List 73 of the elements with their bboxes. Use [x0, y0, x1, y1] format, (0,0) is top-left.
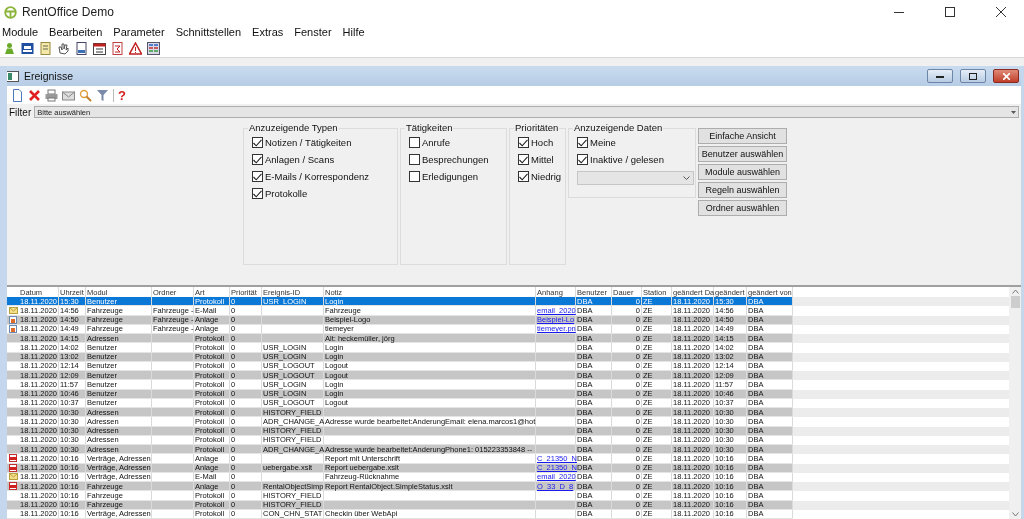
- menu-item[interactable]: Module: [2, 26, 39, 38]
- checkbox[interactable]: [252, 154, 263, 165]
- menu-item[interactable]: Fenster: [294, 26, 332, 38]
- envelope-icon: [8, 306, 18, 314]
- minimize-icon: [936, 74, 944, 78]
- checkbox[interactable]: [252, 137, 263, 148]
- checkbox-label: E-Mails / Korrespondenz: [265, 171, 370, 182]
- checkbox-label: Erledigungen: [422, 171, 478, 182]
- close-icon: [1002, 72, 1010, 80]
- scroll-down-icon[interactable]: [1011, 512, 1019, 517]
- close-icon: [996, 7, 1006, 17]
- checkbox-label: Mittel: [531, 154, 554, 165]
- checkbox[interactable]: [577, 137, 588, 148]
- pdf-file-icon: [9, 482, 17, 491]
- document-icon[interactable]: [74, 42, 88, 55]
- filter-icon[interactable]: [96, 88, 109, 102]
- close-button[interactable]: [993, 69, 1019, 83]
- menu-item[interactable]: Hilfe: [342, 26, 365, 38]
- action-button[interactable]: Ordner auswählen: [698, 200, 787, 216]
- hand-icon[interactable]: [56, 42, 70, 55]
- checkbox[interactable]: [252, 171, 263, 182]
- checkbox-label: Niedrig: [531, 171, 562, 182]
- window-icon: [7, 69, 19, 83]
- envelope-icon: [8, 473, 18, 481]
- checkbox[interactable]: [409, 137, 420, 148]
- group-title: Anzuzeigende Typen: [248, 122, 339, 133]
- checkbox[interactable]: [518, 154, 529, 165]
- checkbox-label: Meine: [590, 137, 616, 148]
- calendar-icon[interactable]: [92, 42, 106, 55]
- caret-icon: [683, 176, 690, 180]
- checkbox[interactable]: [409, 154, 420, 165]
- group-title: Prioritäten: [514, 122, 560, 133]
- checkbox[interactable]: [518, 171, 529, 182]
- checkbox[interactable]: [518, 137, 529, 148]
- table-icon[interactable]: [146, 42, 160, 55]
- menu-item[interactable]: Parameter: [113, 26, 165, 38]
- steering-wheel-icon: [4, 5, 17, 19]
- caret-icon: [1011, 110, 1016, 114]
- menu-item[interactable]: Bearbeiten: [49, 26, 103, 38]
- checkbox[interactable]: [252, 188, 263, 199]
- window-title: RentOffice Demo: [22, 5, 115, 19]
- checkbox-label: Besprechungen: [422, 154, 489, 165]
- checkbox-label: Anlagen / Scans: [265, 154, 335, 165]
- checkbox[interactable]: [409, 171, 420, 182]
- scrollbar[interactable]: [1009, 287, 1021, 519]
- checkbox-label: Notizen / Tätigkeiten: [265, 137, 352, 148]
- search-icon[interactable]: [79, 88, 92, 102]
- warning-icon[interactable]: [128, 42, 142, 55]
- group-title: Anzuzeigende Daten: [573, 122, 664, 133]
- action-button[interactable]: Einfache Ansicht: [698, 128, 787, 144]
- scrollbar-thumb[interactable]: [1010, 296, 1020, 308]
- checkbox-label: Inaktive / gelesen: [590, 154, 664, 165]
- action-button[interactable]: Module auswählen: [698, 164, 787, 180]
- maximize-icon: [945, 7, 955, 17]
- minimize-button[interactable]: [927, 69, 953, 83]
- delete-icon[interactable]: [28, 88, 41, 102]
- child-window-title: Ereignisse: [24, 70, 75, 82]
- action-button[interactable]: Benutzer auswählen: [698, 146, 787, 162]
- new-document-icon[interactable]: [11, 88, 24, 102]
- action-button[interactable]: Regeln auswählen: [698, 182, 787, 198]
- checkbox-label: Hoch: [531, 137, 554, 148]
- checkbox-label: Anrufe: [422, 137, 450, 148]
- menu-item[interactable]: Extras: [252, 26, 284, 38]
- menu-item[interactable]: Schnittstellen: [175, 26, 242, 38]
- filter-label: Filter: [9, 106, 32, 118]
- restore-button[interactable]: [960, 69, 986, 83]
- scroll-up-icon[interactable]: [1011, 289, 1019, 294]
- group-title: Tätigkeiten: [405, 122, 454, 133]
- checkbox[interactable]: [577, 154, 588, 165]
- help-button[interactable]: ?: [118, 87, 126, 103]
- restore-icon: [969, 72, 977, 80]
- document-icon[interactable]: [110, 42, 124, 55]
- checkbox-label: Protokolle: [265, 188, 308, 199]
